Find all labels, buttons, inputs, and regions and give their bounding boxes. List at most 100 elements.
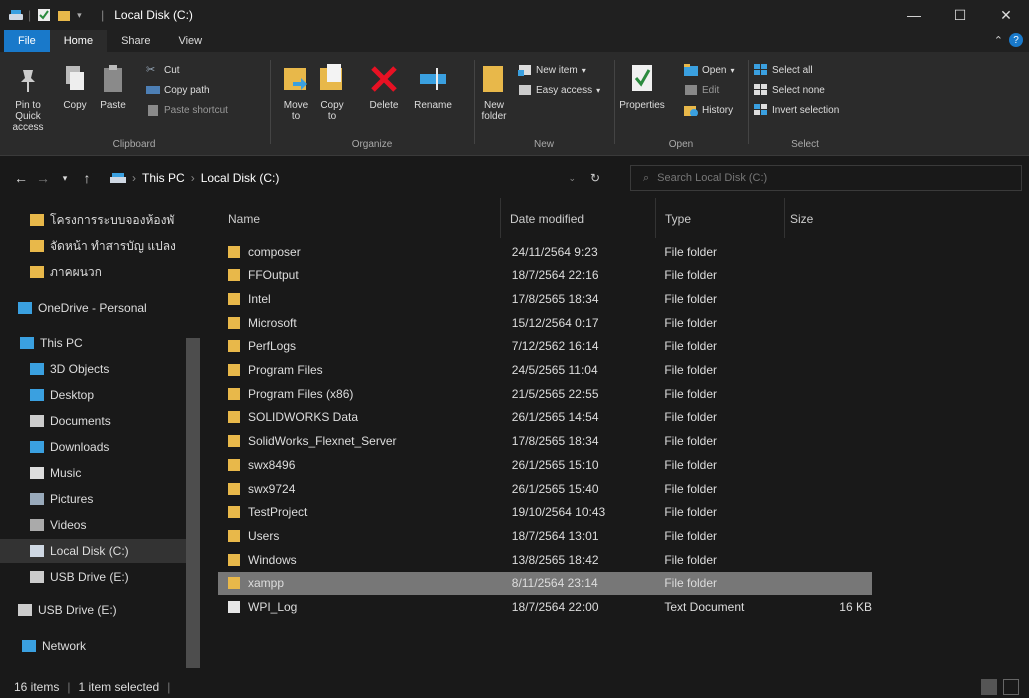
chevron-down-icon[interactable]: ▾ (77, 8, 91, 22)
nav-item[interactable]: Network (0, 634, 186, 658)
easy-access-button[interactable]: Easy access ▾ (518, 84, 600, 96)
close-button[interactable]: ✕ (983, 0, 1029, 30)
refresh-icon[interactable]: ↻ (590, 171, 600, 185)
history-button[interactable]: History (684, 104, 733, 116)
search-input[interactable]: Search Local Disk (C:) (657, 172, 767, 184)
column-header-date[interactable]: Date modified (510, 212, 584, 226)
file-row[interactable]: Windows 13/8/2565 18:42 File folder (218, 548, 872, 571)
nav-item[interactable]: 3D Objects (0, 357, 186, 381)
delete-icon (371, 66, 397, 92)
copy-to-button[interactable]: Copy to (316, 62, 348, 122)
nav-item[interactable]: USB Drive (E:) (0, 598, 186, 622)
pictures-icon (30, 493, 44, 505)
column-divider[interactable] (655, 198, 656, 238)
file-row[interactable]: swx8496 26/1/2565 15:10 File folder (218, 453, 872, 476)
column-header-name[interactable]: Name (228, 212, 260, 226)
file-row[interactable]: SOLIDWORKS Data 26/1/2565 14:54 File folde… (218, 406, 872, 429)
new-item-button[interactable]: New item ▾ (518, 64, 586, 76)
nav-item[interactable]: OneDrive - Personal (0, 296, 186, 320)
nav-item[interactable]: Desktop (0, 383, 186, 407)
details-view-icon[interactable] (981, 679, 997, 695)
folder-icon (228, 411, 240, 424)
nav-item[interactable]: USB Drive (E:) (0, 565, 186, 589)
maximize-button[interactable]: ☐ (937, 0, 983, 30)
nav-item[interactable]: Music (0, 461, 186, 485)
nav-item[interactable]: Local Disk (C:) (0, 539, 186, 563)
file-row[interactable]: WPI_Log 18/7/2564 22:00 Text Document 16 KB (218, 596, 872, 619)
edit-button[interactable]: Edit (684, 84, 719, 96)
nav-item-label: 3D Objects (50, 362, 110, 376)
nav-item[interactable]: This PC (0, 331, 186, 355)
new-folder-qat-icon[interactable] (57, 8, 71, 22)
file-row[interactable]: swx9724 26/1/2565 15:40 File folder (218, 477, 872, 500)
breadcrumb-local-disk[interactable]: Local Disk (C:) (201, 171, 280, 185)
back-arrow-icon[interactable]: ← (10, 170, 32, 186)
nav-item[interactable]: Pictures (0, 487, 186, 511)
tab-home[interactable]: Home (49, 30, 108, 52)
nav-item[interactable]: Documents (0, 409, 186, 433)
paste-shortcut-button[interactable]: Paste shortcut (146, 104, 228, 116)
nav-item[interactable]: โครงการระบบจองห้องพั (0, 208, 186, 232)
file-name: WPI_Log (248, 600, 298, 614)
move-to-button[interactable]: Move to (280, 62, 312, 122)
file-row[interactable]: Microsoft 15/12/2564 0:17 File folder (218, 311, 872, 334)
large-icons-view-icon[interactable] (1003, 679, 1019, 695)
column-divider[interactable] (784, 198, 785, 238)
scrollbar-thumb[interactable] (186, 338, 200, 668)
file-type: File folder (664, 434, 718, 449)
file-row[interactable]: Intel 17/8/2565 18:34 File folder (218, 287, 872, 310)
copy-path-button[interactable]: Copy path (146, 84, 210, 96)
file-date: 15/12/2564 0:17 (511, 315, 599, 330)
tab-file[interactable]: File (4, 30, 50, 52)
file-row[interactable]: SolidWorks_Flexnet_Server 17/8/2565 18:34… (218, 430, 872, 453)
paste-button[interactable]: Paste (94, 62, 132, 111)
help-icon[interactable]: ? (1009, 33, 1023, 47)
delete-button[interactable]: Delete (364, 62, 404, 111)
nav-item[interactable]: ภาคผนวก (0, 260, 186, 284)
rename-button[interactable]: Rename (408, 62, 458, 111)
file-date: 17/8/2565 18:34 (511, 434, 599, 449)
minimize-button[interactable]: — (891, 0, 937, 30)
nav-item[interactable]: จัดหน้า ทำสารบัญ แปลง (0, 234, 186, 258)
group-divider (614, 60, 615, 144)
properties-button[interactable]: Properties (618, 62, 666, 111)
column-header-size[interactable]: Size (790, 212, 813, 226)
properties-qat-icon[interactable] (37, 8, 51, 22)
invert-selection-button[interactable]: Invert selection (754, 104, 839, 116)
address-dropdown-icon[interactable]: ⌄ (568, 173, 576, 184)
nav-item[interactable]: Videos (0, 513, 186, 537)
pin-quick-access-button[interactable]: Pin to Quick access (4, 62, 52, 133)
copy-button[interactable]: Copy (58, 62, 92, 111)
recent-locations-chevron-icon[interactable]: ▾ (54, 173, 76, 184)
file-row[interactable]: Program Files 24/5/2565 11:04 File folder (218, 359, 872, 382)
file-row[interactable]: FFOutput 18/7/2564 22:16 File folder (218, 264, 872, 287)
column-divider[interactable] (500, 198, 501, 238)
select-none-button[interactable]: Select none (754, 84, 825, 96)
file-row[interactable]: xampp 8/11/2564 23:14 File folder (218, 571, 872, 595)
nav-item-label: OneDrive - Personal (38, 301, 147, 315)
chevron-up-icon[interactable]: ⌃ (994, 34, 1003, 47)
file-row[interactable]: PerfLogs 7/12/2562 16:14 File folder (218, 335, 872, 358)
search-box[interactable]: ⌕ Search Local Disk (C:) (630, 165, 1022, 191)
new-folder-button[interactable]: New folder (476, 62, 512, 122)
file-type: File folder (664, 457, 718, 472)
nav-item[interactable]: Downloads (0, 435, 186, 459)
address-bar[interactable]: › This PC › Local Disk (C:) ⌄ ↻ (110, 166, 616, 190)
tab-share[interactable]: Share (107, 30, 164, 52)
nav-item-label: USB Drive (E:) (50, 570, 129, 584)
file-date: 13/8/2565 18:42 (511, 552, 599, 567)
file-row[interactable]: TestProject 19/10/2564 10:43 File folder (218, 501, 872, 524)
forward-arrow-icon[interactable]: → (32, 170, 54, 186)
column-header-type[interactable]: Type (665, 212, 691, 226)
open-button[interactable]: Open ▾ (684, 64, 734, 76)
file-row[interactable]: Users 18/7/2564 13:01 File folder (218, 524, 872, 547)
select-all-button[interactable]: Select all (754, 64, 813, 76)
breadcrumb-this-pc[interactable]: This PC (142, 171, 185, 185)
cut-button[interactable]: ✂ Cut (146, 64, 180, 76)
up-arrow-icon[interactable]: ↑ (76, 170, 98, 186)
tab-view[interactable]: View (164, 30, 216, 52)
file-row[interactable]: Program Files (x86) 21/5/2565 22:55 File f… (218, 382, 872, 405)
drive-icon (30, 545, 44, 557)
select-group-label: Select (791, 139, 819, 150)
file-row[interactable]: composer 24/11/2564 9:23 File folder (218, 240, 872, 263)
